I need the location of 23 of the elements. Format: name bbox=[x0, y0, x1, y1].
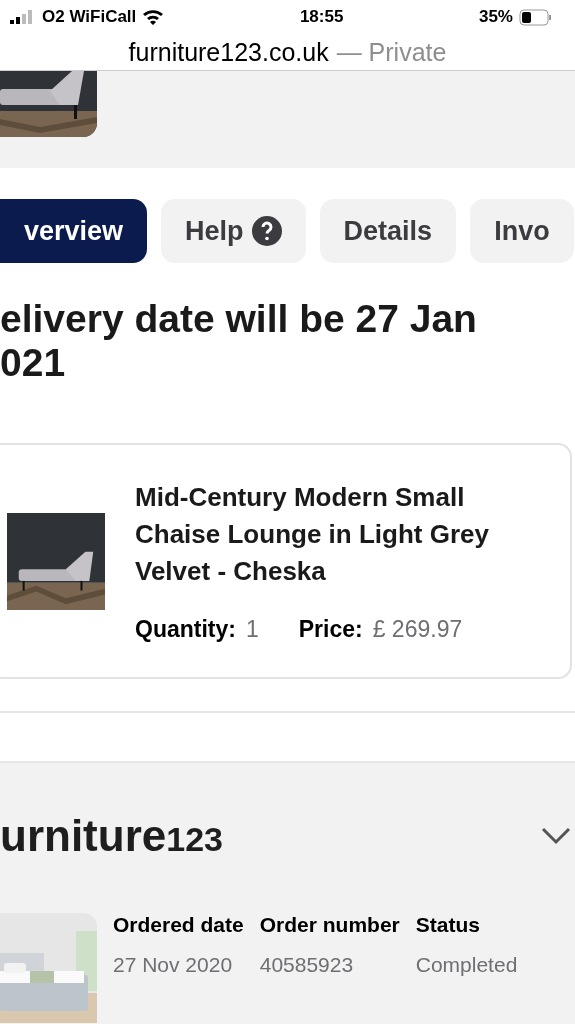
delivery-heading: elivery date will be 27 Jan bbox=[0, 297, 478, 341]
carrier-name: O2 WiFiCall bbox=[42, 7, 137, 27]
tab[interactable]: Invo bbox=[470, 199, 574, 263]
chevron-icon[interactable] bbox=[541, 827, 571, 845]
column-heading: Ordered date bbox=[113, 913, 244, 937]
column-value: 27 Nov 2020 bbox=[113, 953, 234, 977]
price-text: Price: £ 269.97 bbox=[298, 616, 463, 643]
column-value: Completed bbox=[415, 953, 518, 977]
battery-percentage: 35% bbox=[478, 7, 513, 27]
product-name: Mid-Century Modern Small Chaise Lounge in Light Grey Velvet - Cheska bbox=[135, 481, 490, 588]
delivery-heading: 021 bbox=[0, 341, 67, 385]
column-value: 40585923 bbox=[259, 953, 355, 977]
column-heading: Order number bbox=[259, 913, 400, 937]
brand-logo: urniture123 bbox=[0, 811, 223, 861]
tab[interactable]: Help bbox=[161, 199, 306, 263]
tab[interactable]: verview bbox=[0, 199, 148, 263]
tab[interactable]: Details bbox=[319, 199, 457, 263]
battery-icon bbox=[519, 8, 553, 26]
wifi-icon bbox=[142, 9, 165, 25]
column-heading: Status bbox=[415, 913, 481, 937]
help-icon bbox=[251, 216, 282, 246]
quantity-text: Quantity: 1 bbox=[135, 616, 259, 643]
clock-time: 18:55 bbox=[299, 7, 344, 27]
